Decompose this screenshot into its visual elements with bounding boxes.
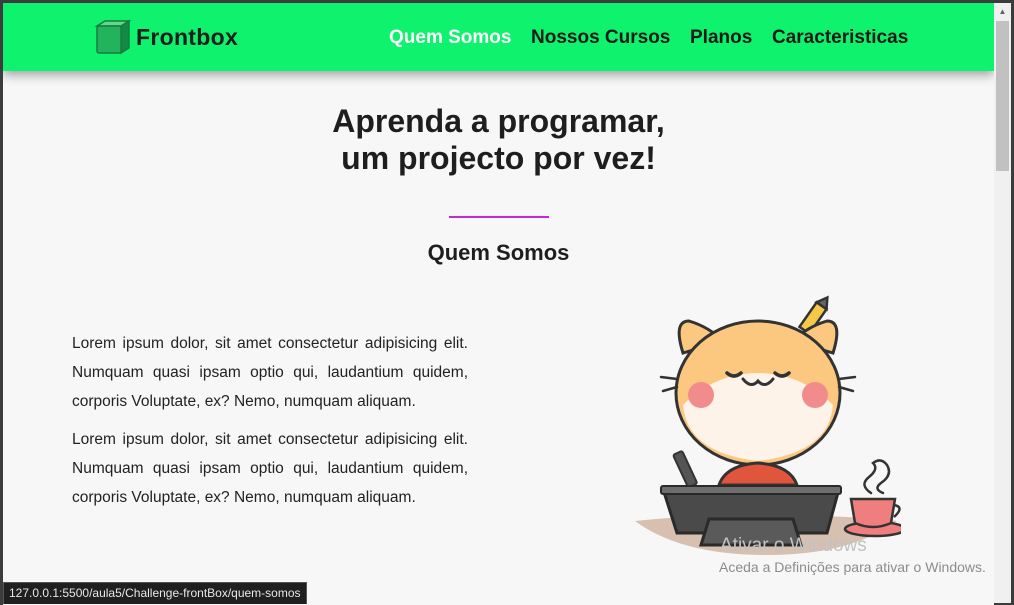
cat-laptop-illustration <box>635 295 901 555</box>
section-title: Quem Somos <box>427 240 570 265</box>
hero-heading: Aprenda a programar, um projecto por vez… <box>3 103 994 177</box>
hero-line-2: um projecto por vez! <box>341 140 656 176</box>
nav-link-caracteristicas[interactable]: Caracteristicas <box>772 27 908 49</box>
scrollbar-thumb[interactable] <box>996 21 1009 171</box>
brand-name[interactable]: Frontbox <box>136 24 238 51</box>
about-paragraph-2: Lorem ipsum dolor, sit amet consectetur … <box>72 431 468 506</box>
vertical-scrollbar[interactable]: ▲ <box>994 3 1011 603</box>
windows-activation-subtitle: Aceda a Definições para ativar o Windows… <box>719 559 986 575</box>
link-status-bar: 127.0.0.1:5500/aula5/Challenge-frontBox/… <box>3 582 307 604</box>
windows-activation-title: Ativar o Windows <box>720 535 867 556</box>
hero-line-1: Aprenda a programar, <box>332 103 665 139</box>
scroll-up-arrow-icon[interactable]: ▲ <box>994 3 1011 20</box>
cube-logo-icon[interactable] <box>93 19 131 55</box>
browser-viewport: Frontbox Quem Somos Nossos Cursos Planos… <box>3 3 994 605</box>
nav-link-quem-somos[interactable]: Quem Somos <box>389 27 511 49</box>
navbar: Frontbox Quem Somos Nossos Cursos Planos… <box>3 3 994 71</box>
nav-link-planos[interactable]: Planos <box>690 27 752 49</box>
nav-link-nossos-cursos[interactable]: Nossos Cursos <box>531 27 670 49</box>
about-paragraph-1: Lorem ipsum dolor, sit amet consectetur … <box>72 335 468 410</box>
section-divider <box>449 216 549 218</box>
